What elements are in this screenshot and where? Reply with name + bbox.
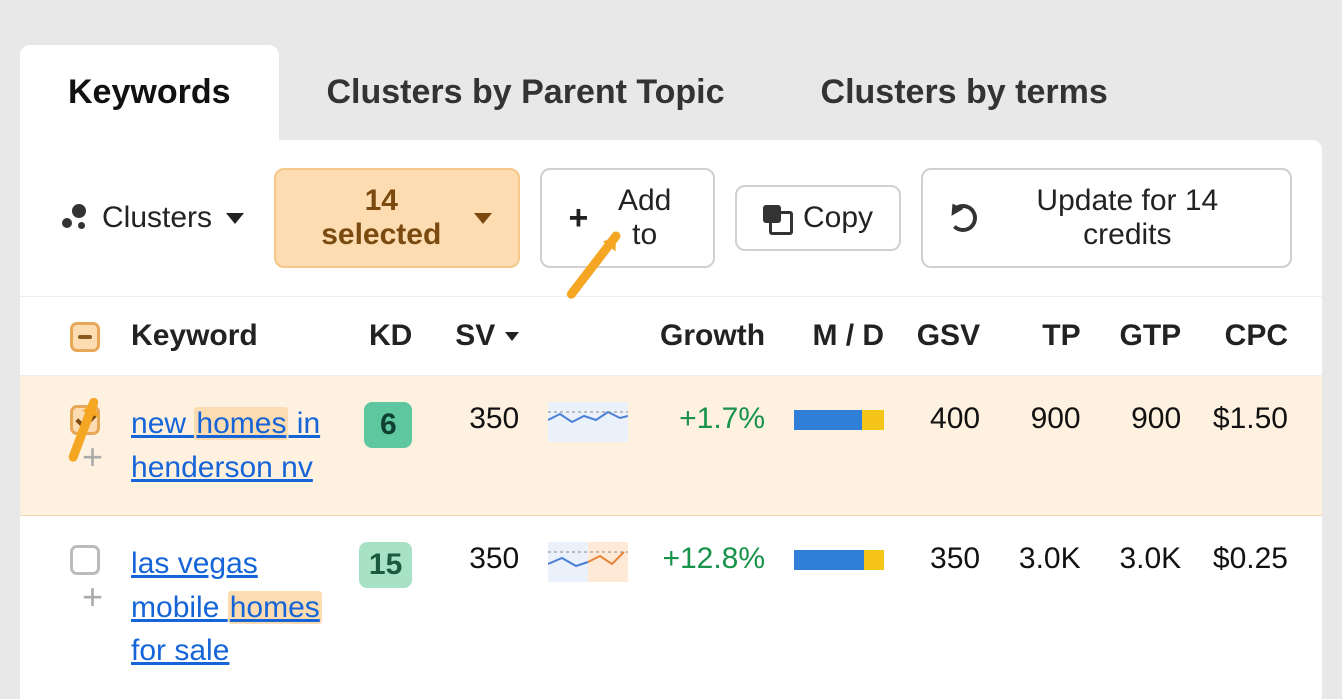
tab-keywords[interactable]: Keywords [20,45,279,140]
row-checkbox[interactable] [70,545,100,575]
clusters-icon [60,204,88,232]
col-gsv[interactable]: GSV [898,297,994,376]
keyword-highlight: homes [194,407,288,440]
tp-value: 3.0K [994,516,1095,699]
trend-sparkline [533,516,642,699]
col-growth[interactable]: Growth [642,297,779,376]
update-label: Update for 14 credits [991,184,1264,252]
add-keyword-icon[interactable]: + [82,576,103,618]
cpc-value: $1.50 [1195,376,1322,516]
kd-badge: 15 [359,542,412,588]
add-keyword-icon[interactable]: + [82,436,103,478]
col-md[interactable]: M / D [779,297,898,376]
col-tp[interactable]: TP [994,297,1095,376]
copy-button[interactable]: Copy [735,185,901,251]
chevron-down-icon [474,213,492,224]
chevron-down-icon [226,213,244,224]
cpc-value: $0.25 [1195,516,1322,699]
gsv-value: 350 [898,516,994,699]
copy-label: Copy [803,201,873,235]
tabs-bar: Keywords Clusters by Parent Topic Cluste… [0,0,1342,140]
mobile-desktop-bar [794,410,884,430]
trend-sparkline [533,376,642,516]
clusters-dropdown[interactable]: Clusters [50,187,254,249]
add-to-button[interactable]: + Add to [540,168,715,268]
keyword-highlight: homes [228,591,322,624]
table-header-row: Keyword KD SV Growth M / D GSV TP GTP CP… [20,297,1322,376]
gsv-value: 400 [898,376,994,516]
copy-icon [763,205,789,231]
plus-icon: + [568,201,588,235]
mobile-desktop-bar [794,550,884,570]
growth-value: +12.8% [662,542,765,575]
main-panel: Clusters 14 selected + Add to Copy Updat… [20,140,1322,699]
table-row: +new homes in henderson nv6350+1.7%40090… [20,376,1322,516]
select-all-checkbox[interactable] [70,322,100,352]
keyword-link[interactable]: las vegas mobile homes for sale [131,542,326,673]
tab-clusters-parent[interactable]: Clusters by Parent Topic [279,45,773,140]
sv-value: 350 [426,376,533,516]
update-credits-button[interactable]: Update for 14 credits [921,168,1292,268]
gtp-value: 900 [1095,376,1196,516]
sv-value: 350 [426,516,533,699]
refresh-icon [949,204,977,232]
selected-count-label: 14 selected [302,184,460,252]
add-to-label: Add to [602,184,687,252]
toolbar: Clusters 14 selected + Add to Copy Updat… [20,140,1322,296]
col-gtp[interactable]: GTP [1095,297,1196,376]
kd-badge: 6 [364,402,412,448]
gtp-value: 3.0K [1095,516,1196,699]
row-checkbox[interactable] [70,405,100,435]
col-cpc[interactable]: CPC [1195,297,1322,376]
col-sv[interactable]: SV [426,297,533,376]
col-keyword[interactable]: Keyword [117,297,340,376]
sort-desc-icon [505,332,519,341]
keywords-table: Keyword KD SV Growth M / D GSV TP GTP CP… [20,296,1322,699]
tp-value: 900 [994,376,1095,516]
keyword-link[interactable]: new homes in henderson nv [131,402,326,489]
clusters-label: Clusters [102,201,212,235]
selected-count-dropdown[interactable]: 14 selected [274,168,520,268]
col-kd[interactable]: KD [340,297,426,376]
growth-value: +1.7% [679,402,765,435]
table-row: + las vegas mobile homes for sale 15 350 +12… [20,516,1322,699]
tab-clusters-terms[interactable]: Clusters by terms [773,45,1156,140]
